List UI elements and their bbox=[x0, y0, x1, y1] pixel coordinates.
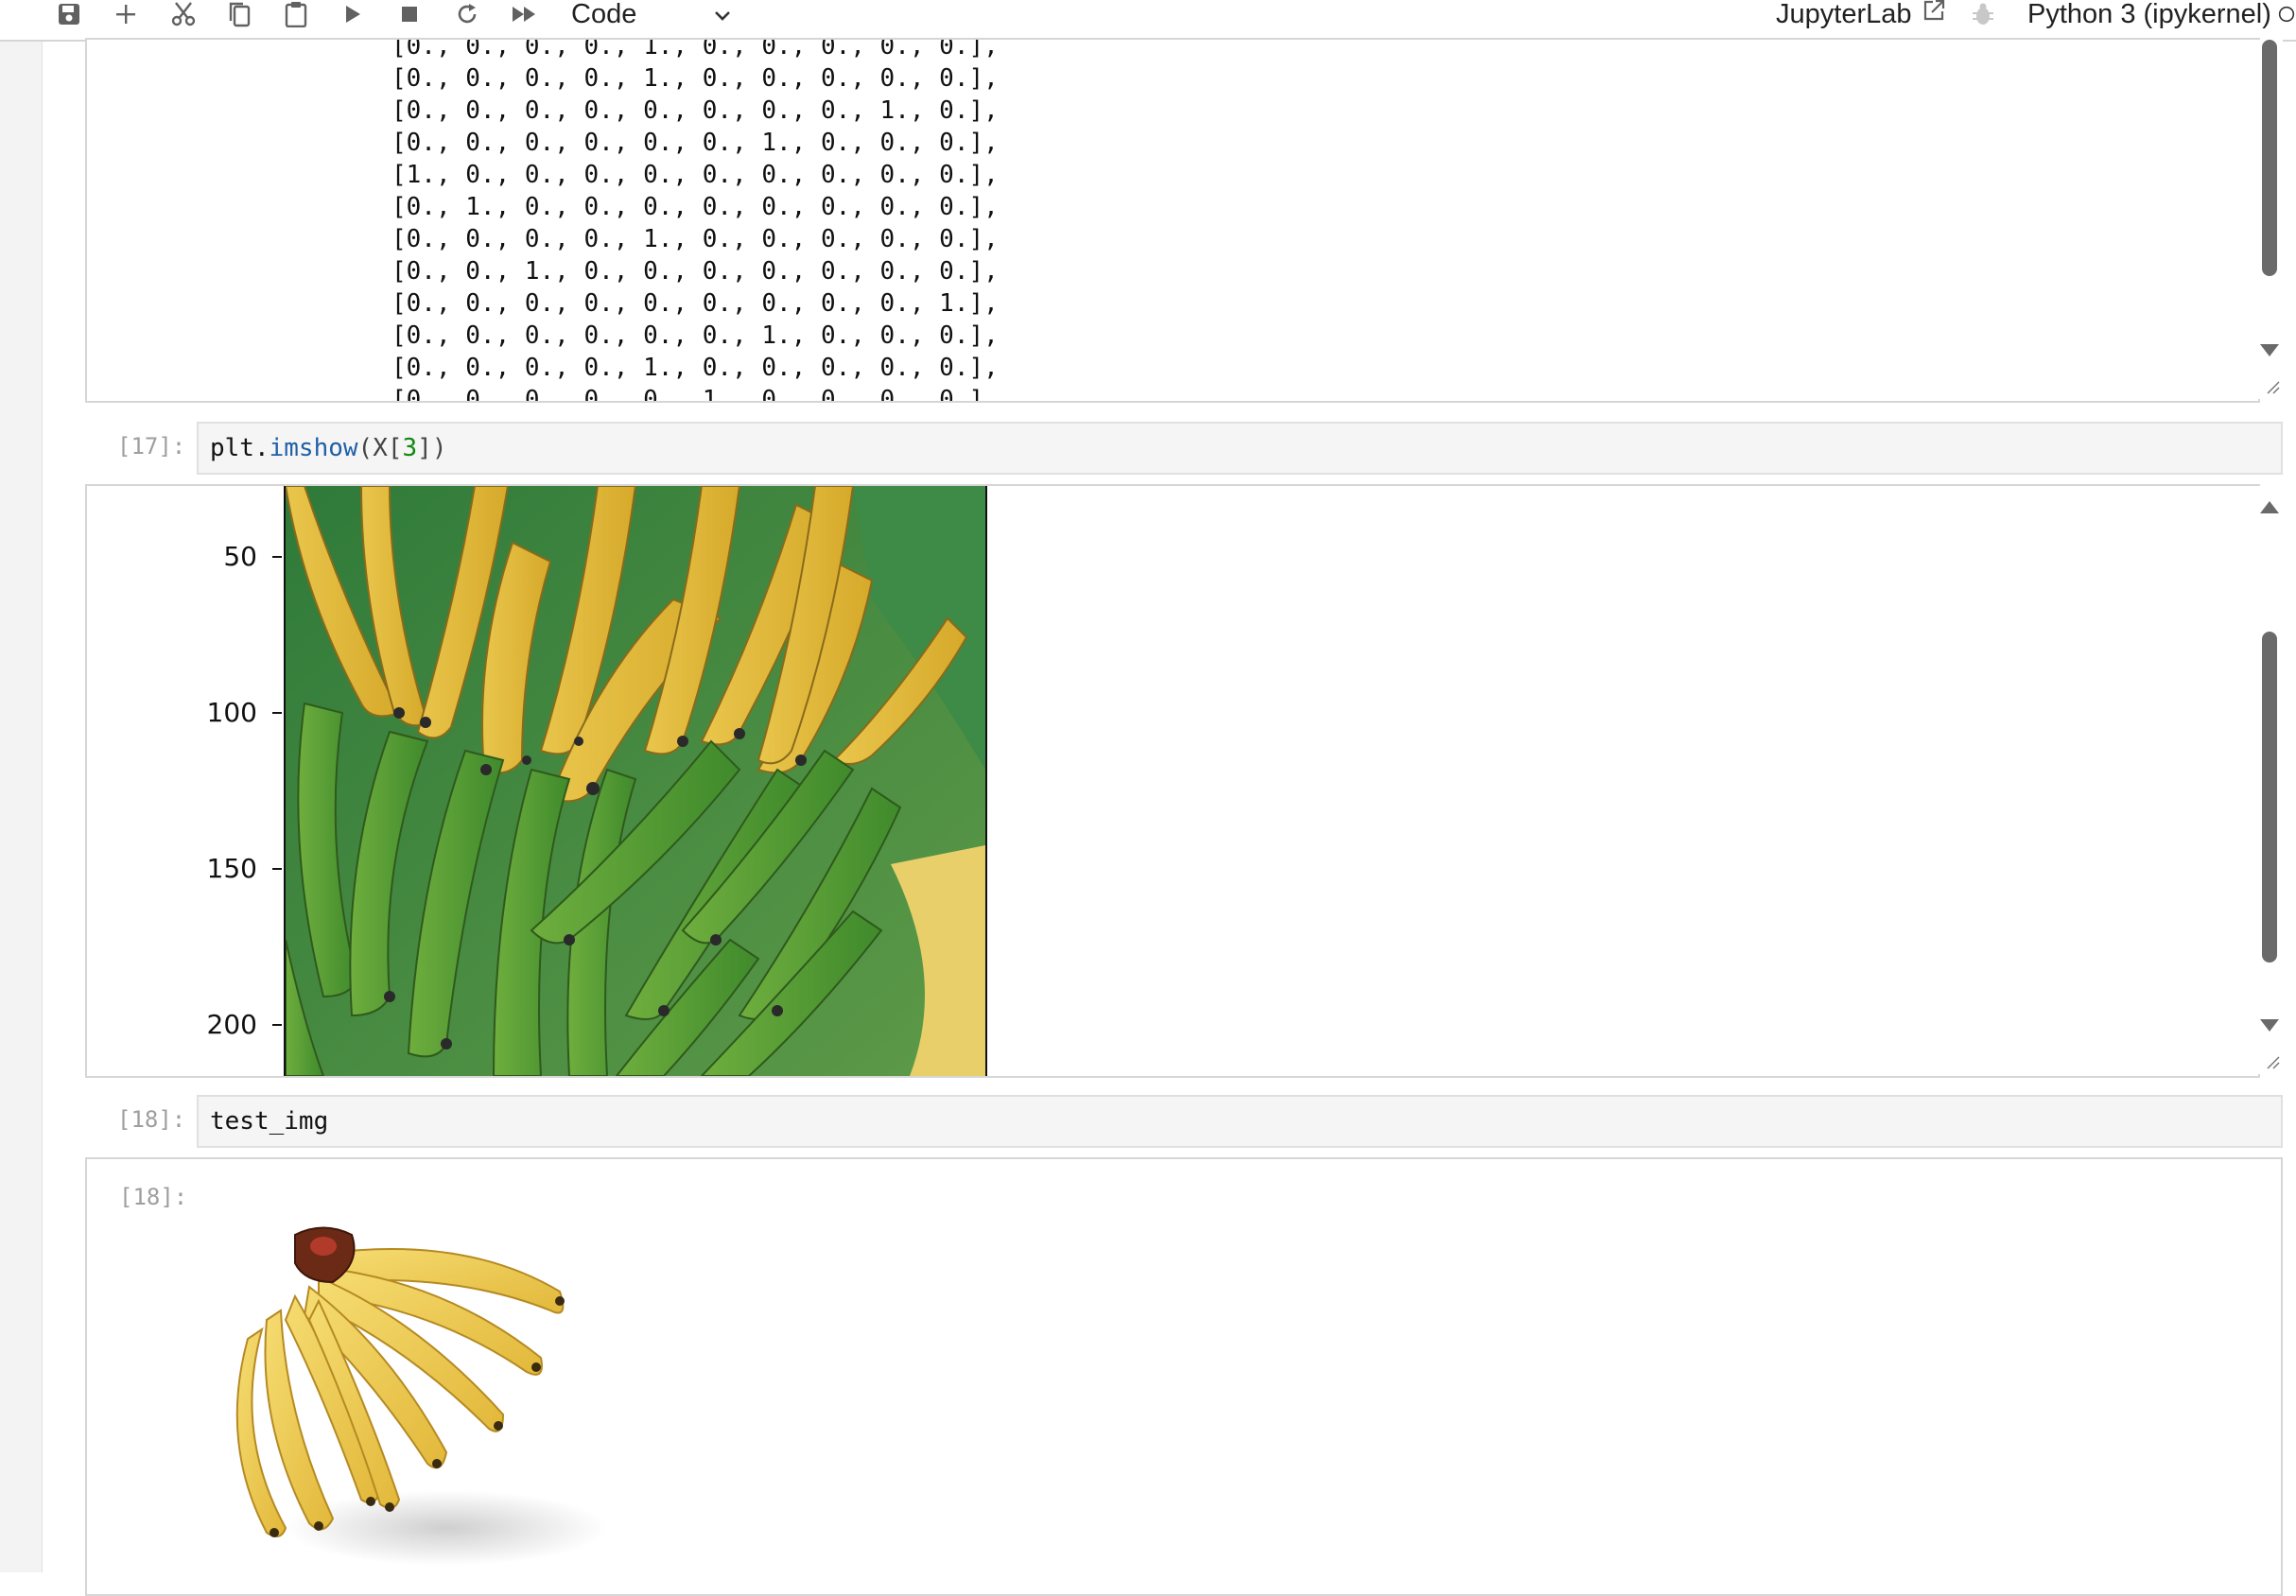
scroll-down-arrow[interactable] bbox=[2260, 344, 2279, 356]
jupyterlab-label: JupyterLab bbox=[1776, 0, 1912, 29]
notebook-toolbar: Code JupyterLab Python 3 (ipykernel) bbox=[0, 0, 2296, 42]
code-object: plt. bbox=[210, 434, 270, 462]
matrix-row: [0., 0., 0., 0., 1., 0., 0., 0., 0., 0.]… bbox=[391, 225, 999, 253]
matrix-row: [0., 0., 1., 0., 0., 0., 0., 0., 0., 0.]… bbox=[391, 257, 999, 286]
imshow-output[interactable]: 50 100 150 200 bbox=[85, 484, 2260, 1078]
scroll-down-arrow[interactable] bbox=[2260, 1019, 2279, 1032]
cell-17-prompt: [17]: bbox=[117, 433, 186, 460]
matrix-row: [0., 0., 0., 0., 0., 0., 0., 0., 1., 0.]… bbox=[391, 96, 999, 125]
chevron-down-icon bbox=[713, 0, 732, 30]
y-tick-label: 50 bbox=[223, 541, 257, 572]
banana-bunch-image bbox=[229, 1216, 626, 1585]
imshow-output-scrollbar[interactable] bbox=[2256, 486, 2283, 1074]
paste-icon[interactable] bbox=[280, 0, 312, 28]
cell-18-input[interactable]: test_img bbox=[197, 1095, 2283, 1148]
matrix-row: [0., 0., 0., 0., 0., 1., 0., 0., 0., 0.]… bbox=[391, 386, 999, 403]
matrix-row: [0., 0., 0., 0., 1., 0., 0., 0., 0., 0.]… bbox=[391, 354, 999, 382]
matrix-row: [0., 0., 0., 0., 1., 0., 0., 0., 0., 0.]… bbox=[391, 64, 999, 93]
cell-18-prompt: [18]: bbox=[117, 1106, 186, 1133]
matrix-output[interactable]: [0., 0., 0., 0., 1., 0., 0., 0., 0., 0.]… bbox=[85, 38, 2260, 403]
y-tick-mark bbox=[272, 712, 282, 714]
add-cell-icon[interactable] bbox=[110, 0, 142, 28]
code-number: 3 bbox=[402, 434, 418, 462]
y-tick-mark bbox=[272, 868, 282, 870]
test-img-output[interactable]: [18]: bbox=[85, 1157, 2283, 1596]
matrix-row: [0., 0., 0., 0., 0., 0., 0., 0., 0., 1.]… bbox=[391, 289, 999, 318]
scrollbar-thumb[interactable] bbox=[2262, 632, 2277, 963]
cut-icon[interactable] bbox=[166, 0, 200, 28]
scrollbar-thumb[interactable] bbox=[2262, 40, 2277, 276]
code-text: test_img bbox=[210, 1107, 329, 1136]
matrix-row: [0., 0., 0., 0., 0., 0., 1., 0., 0., 0.]… bbox=[391, 129, 999, 157]
code-function: imshow bbox=[269, 434, 358, 462]
code-open: (X[ bbox=[357, 434, 403, 462]
cell-type-label: Code bbox=[571, 0, 637, 29]
cell-17-input[interactable]: plt. imshow (X[3]) bbox=[197, 422, 2283, 475]
run-all-icon[interactable] bbox=[507, 0, 543, 28]
resize-grip-icon[interactable] bbox=[2266, 380, 2281, 395]
left-gutter bbox=[0, 42, 43, 1572]
stop-icon[interactable] bbox=[395, 0, 424, 28]
copy-icon[interactable] bbox=[223, 0, 255, 28]
matrix-row: [0., 0., 0., 0., 1., 0., 0., 0., 0., 0.]… bbox=[391, 38, 999, 61]
code-close: ]) bbox=[417, 434, 447, 462]
save-icon[interactable] bbox=[53, 0, 85, 28]
scroll-up-arrow[interactable] bbox=[2260, 501, 2279, 513]
restart-icon[interactable] bbox=[452, 0, 482, 28]
y-tick-label: 150 bbox=[206, 853, 257, 884]
y-tick-mark bbox=[272, 556, 282, 558]
matrix-row: [0., 0., 0., 0., 0., 0., 1., 0., 0., 0.]… bbox=[391, 321, 999, 350]
y-tick-mark bbox=[272, 1024, 282, 1026]
kernel-status-icon bbox=[2277, 0, 2296, 28]
cell-type-select[interactable]: Code bbox=[571, 0, 732, 30]
y-tick-label: 200 bbox=[206, 1009, 257, 1040]
resize-grip-icon[interactable] bbox=[2266, 1055, 2281, 1070]
run-icon[interactable] bbox=[339, 0, 367, 28]
banana-image bbox=[284, 486, 987, 1076]
external-link-icon bbox=[1922, 0, 1946, 30]
cell-18-output-prompt: [18]: bbox=[119, 1184, 188, 1210]
matrix-row: [0., 1., 0., 0., 0., 0., 0., 0., 0., 0.]… bbox=[391, 193, 999, 221]
kernel-label: Python 3 (ipykernel) bbox=[2027, 0, 2271, 29]
y-tick-label: 100 bbox=[206, 697, 257, 728]
bug-icon[interactable] bbox=[1967, 0, 1999, 28]
matrix-row: [1., 0., 0., 0., 0., 0., 0., 0., 0., 0.]… bbox=[391, 161, 999, 189]
matrix-output-scrollbar[interactable] bbox=[2256, 40, 2283, 399]
matrix-text: [0., 0., 0., 0., 1., 0., 0., 0., 0., 0.]… bbox=[391, 38, 999, 403]
kernel-name[interactable]: Python 3 (ipykernel) bbox=[2027, 0, 2271, 29]
jupyterlab-link[interactable]: JupyterLab bbox=[1776, 0, 1946, 30]
